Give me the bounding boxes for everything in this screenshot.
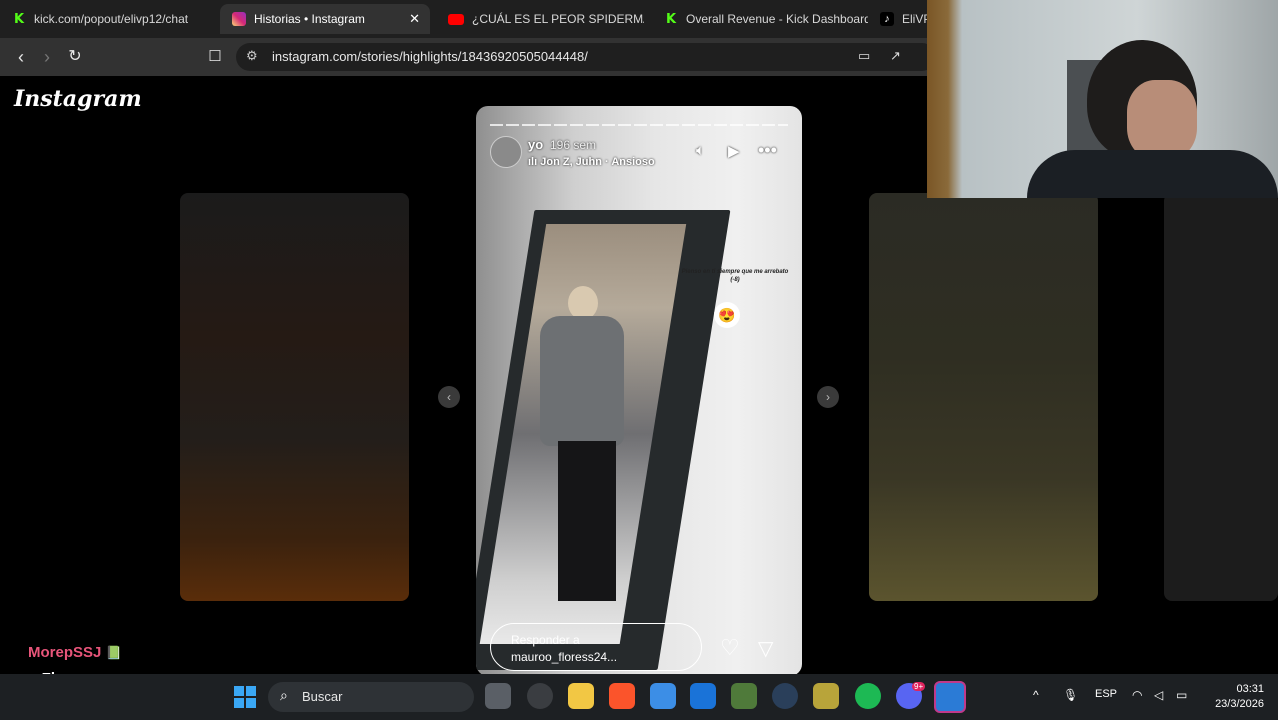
tab-label: kick.com/popout/elivp12/chat: [34, 12, 189, 26]
discord-notification-badge: 9+: [912, 682, 926, 691]
back-icon[interactable]: ‹: [10, 46, 32, 68]
more-options-icon[interactable]: •••: [758, 140, 777, 161]
music-track: Jon Z, Juhn · Ansioso: [540, 156, 655, 168]
share-icon[interactable]: ↗: [890, 48, 901, 64]
volume-icon[interactable]: 🔈︎: [696, 142, 705, 159]
person-pants: [558, 441, 616, 601]
taskbar-clock[interactable]: 03:31 23/3/2026: [1200, 682, 1264, 712]
microsoft-store-icon[interactable]: [650, 683, 676, 709]
story-card[interactable]: yo 196 sem ılı Jon Z, Juhn · Ansioso 🔈︎ …: [476, 106, 802, 676]
tab-label: EliVP: [902, 12, 928, 26]
tab-label: Overall Revenue - Kick Dashboard: [686, 12, 868, 26]
story-music-label[interactable]: ılı Jon Z, Juhn · Ansioso: [528, 156, 655, 168]
streamer-shirt: [1027, 150, 1278, 198]
microphone-icon[interactable]: 🎙︎: [1063, 688, 1078, 702]
forward-icon[interactable]: ›: [36, 46, 58, 68]
send-icon[interactable]: ▽: [758, 636, 773, 661]
photos-app-icon[interactable]: [934, 681, 966, 713]
show-hidden-icons-icon[interactable]: ^: [1033, 688, 1039, 702]
youtube-icon: [448, 13, 464, 25]
reload-icon[interactable]: ↻: [64, 46, 86, 68]
taskbar-search-box[interactable]: ⌕ Buscar: [268, 682, 474, 712]
task-view-icon[interactable]: [485, 683, 511, 709]
story-timestamp: 196 sem: [550, 138, 597, 152]
previous-story-arrow-icon[interactable]: ‹: [438, 386, 460, 408]
windows-taskbar: ⌕ Buscar 9+ ^ 🎙︎ ESP ◠ ◁ ▭ 03:31 23/3/20…: [0, 674, 1278, 720]
chat-username: MorepSSJ: [28, 644, 102, 661]
story-username[interactable]: yo: [528, 137, 543, 152]
address-bar[interactable]: ⚙ instagram.com/stories/highlights/18436…: [236, 43, 936, 71]
chat-emote-icon: 📗: [105, 645, 122, 660]
tab-instagram-stories[interactable]: Historias • Instagram ✕: [220, 4, 430, 34]
avatar[interactable]: [490, 136, 522, 168]
file-explorer-icon[interactable]: [568, 683, 594, 709]
install-app-icon[interactable]: ▭: [858, 48, 870, 64]
previous-story-preview[interactable]: [180, 193, 409, 601]
next-story-preview[interactable]: [869, 193, 1098, 601]
emoji-sticker: 😍: [714, 302, 740, 328]
notes-app-icon[interactable]: [813, 683, 839, 709]
search-icon: ⌕: [280, 687, 288, 703]
spotify-icon[interactable]: [855, 683, 881, 709]
instagram-logo[interactable]: Instagram: [14, 86, 142, 112]
kick-icon: K: [12, 11, 26, 27]
person-hoodie: [540, 316, 624, 446]
reply-placeholder[interactable]: Responder a mauroo_floress24...: [511, 632, 631, 666]
wifi-icon[interactable]: ◠: [1132, 688, 1142, 702]
windows-start-icon[interactable]: [234, 686, 256, 708]
language-indicator[interactable]: ESP: [1095, 688, 1117, 700]
close-tab-icon[interactable]: ✕: [409, 11, 420, 27]
chat-message: MorepSSJ 📗: [28, 644, 122, 661]
url-text[interactable]: instagram.com/stories/highlights/1843692…: [272, 49, 588, 64]
widgets-icon[interactable]: [527, 683, 553, 709]
tiktok-icon: ♪: [880, 12, 894, 26]
person-head: [568, 286, 598, 320]
kick-icon: K: [664, 11, 678, 27]
battery-icon[interactable]: ▭: [1176, 688, 1187, 702]
webcam-overlay: [927, 0, 1278, 198]
outlook-icon[interactable]: [690, 683, 716, 709]
clock-date: 23/3/2026: [1215, 698, 1264, 710]
tab-youtube-spiderman[interactable]: ¿CUÁL ES EL PEOR SPIDERMAN? -: [436, 4, 644, 34]
tab-label: Historias • Instagram: [254, 12, 365, 26]
next-story-arrow-icon[interactable]: ›: [817, 386, 839, 408]
later-story-preview[interactable]: [1164, 193, 1278, 601]
reply-input[interactable]: Responder a mauroo_floress24...: [490, 623, 702, 671]
instagram-icon: [232, 12, 246, 26]
brave-browser-icon[interactable]: [609, 683, 635, 709]
steam-icon[interactable]: [772, 683, 798, 709]
streamer-face: [1127, 80, 1197, 160]
tab-label: ¿CUÁL ES EL PEOR SPIDERMAN? -: [472, 12, 644, 26]
site-settings-icon[interactable]: ⚙: [246, 48, 258, 64]
tab-kick-dashboard[interactable]: K Overall Revenue - Kick Dashboard: [652, 4, 868, 34]
search-placeholder[interactable]: Buscar: [302, 689, 342, 704]
play-icon[interactable]: ▶: [728, 142, 740, 160]
game-app-icon[interactable]: [731, 683, 757, 709]
story-progress-bar: [490, 124, 788, 126]
clock-time: 03:31: [1236, 683, 1264, 695]
volume-tray-icon[interactable]: ◁: [1154, 688, 1163, 702]
music-bars-icon: ılı: [528, 156, 541, 168]
tab-kick-chat[interactable]: K kick.com/popout/elivp12/chat: [0, 4, 216, 34]
bookmark-icon[interactable]: ☐: [204, 46, 226, 68]
story-caption: Pienso en ti siempre que me arrebato (-8…: [681, 269, 789, 283]
like-heart-icon[interactable]: ♡: [720, 635, 740, 661]
tab-tiktok[interactable]: ♪ EliVP: [868, 4, 928, 34]
